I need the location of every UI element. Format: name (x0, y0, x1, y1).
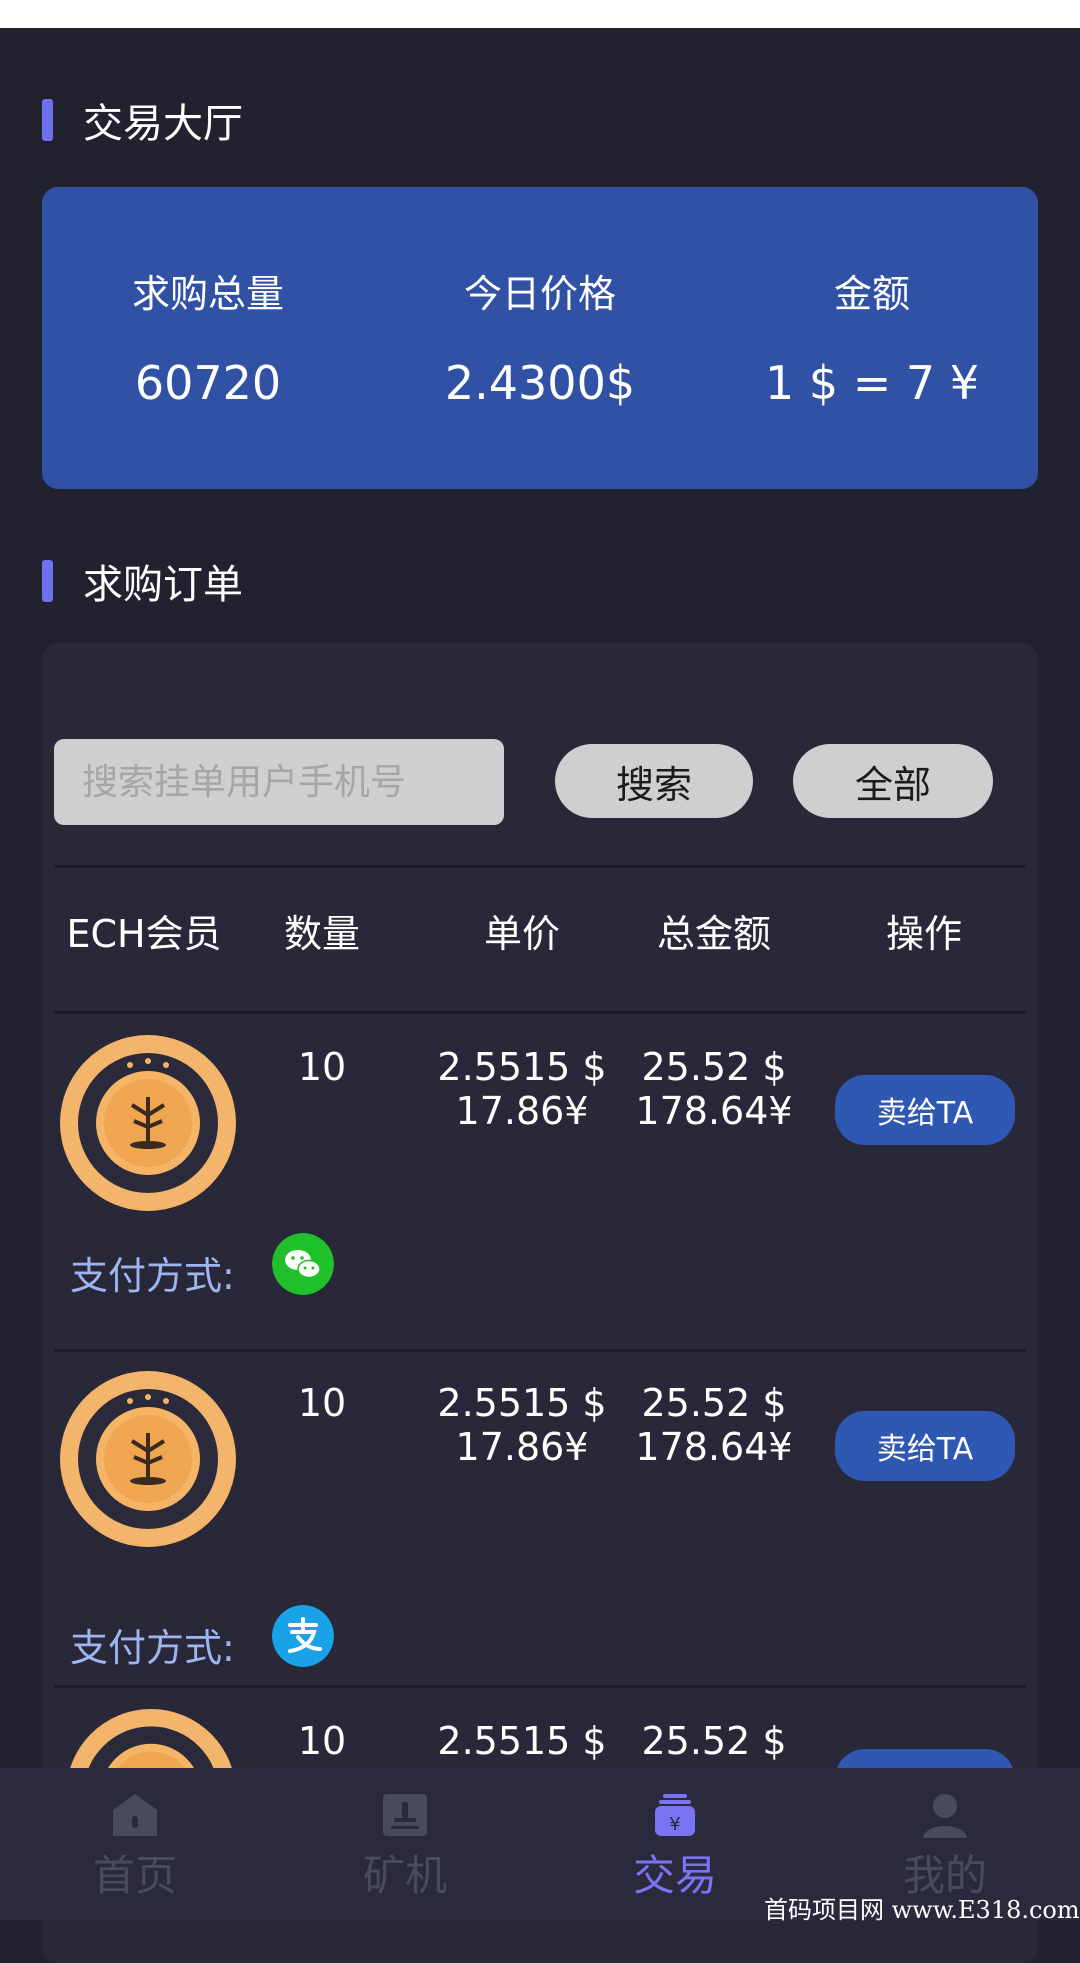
column-header-total: 总金额 (656, 912, 771, 956)
tab-label: 交易 (632, 1851, 717, 1900)
status-bar (0, 0, 1080, 28)
stat-label: 金额 (833, 272, 910, 316)
order-quantity: 10 (297, 1719, 347, 1763)
table-row: 10 2.5515 $ 17.86¥ 25.52 $ 178.64¥ 卖给TA … (54, 1035, 1026, 1371)
section-accent-bar (42, 99, 53, 141)
sell-to-button[interactable]: 卖给TA (835, 1411, 1015, 1481)
order-unit-price-usd: 2.5515 $ (437, 1381, 607, 1425)
tab-home[interactable]: 首页 (0, 1768, 270, 1920)
column-header-quantity: 数量 (283, 912, 360, 956)
search-row: 搜索 全部 (54, 736, 1026, 826)
all-button[interactable]: 全部 (793, 744, 993, 818)
tab-label: 矿机 (362, 1851, 447, 1900)
user-icon (923, 1794, 967, 1838)
table-row: 10 2.5515 $ 17.86¥ 25.52 $ 178.64¥ 卖给TA … (54, 1371, 1026, 1707)
order-unit-price-usd: 2.5515 $ (437, 1045, 607, 1089)
page-title: 交易大厅 (83, 101, 243, 147)
trade-bag-icon: ¥ (655, 1794, 695, 1836)
divider (54, 865, 1026, 868)
section-accent-bar (42, 560, 53, 602)
order-unit-price-usd: 2.5515 $ (437, 1719, 607, 1763)
tab-miner[interactable]: 矿机 (270, 1768, 540, 1920)
order-total-usd: 25.52 $ (641, 1045, 787, 1089)
miner-icon (383, 1794, 427, 1836)
stat-total-demand: 求购总量 60720 (42, 187, 374, 489)
svg-text:¥: ¥ (669, 1814, 680, 1835)
stat-label: 今日价格 (463, 272, 616, 316)
column-header-action: 操作 (885, 912, 962, 956)
stat-value: 60720 (134, 356, 282, 410)
order-total-cny: 178.64¥ (635, 1425, 793, 1469)
stat-value: 1 $ = 7 ¥ (764, 356, 980, 410)
order-total-usd: 25.52 $ (641, 1381, 787, 1425)
stat-exchange-rate: 金额 1 $ = 7 ¥ (706, 187, 1038, 489)
buy-orders-card: 搜索 全部 ECH会员 数量 单价 总金额 操作 10 2.5515 $ (42, 643, 1038, 1963)
stat-today-price: 今日价格 2.4300$ (374, 187, 706, 489)
order-unit-price-cny: 17.86¥ (455, 1089, 589, 1133)
order-quantity: 10 (297, 1381, 347, 1425)
environmental-chain-logo-icon (62, 1037, 234, 1209)
avatar (60, 1035, 236, 1211)
column-header-member: ECH会员 (66, 912, 222, 956)
divider (54, 1349, 1026, 1352)
avatar (60, 1371, 236, 1547)
order-quantity: 10 (297, 1045, 347, 1089)
market-stats-card: 求购总量 60720 今日价格 2.4300$ 金额 1 $ = 7 ¥ (42, 187, 1038, 489)
alipay-icon (272, 1605, 334, 1667)
payment-method-label: 支付方式: (70, 1254, 235, 1298)
section-title-buy-orders: 求购订单 (42, 556, 243, 608)
section-title-trading-hall: 交易大厅 (42, 95, 243, 147)
divider (54, 1011, 1026, 1014)
divider (54, 1685, 1026, 1688)
order-unit-price-cny: 17.86¥ (455, 1425, 589, 1469)
payment-method-label: 支付方式: (70, 1626, 235, 1670)
sell-to-button[interactable]: 卖给TA (835, 1075, 1015, 1145)
section-title: 求购订单 (83, 562, 243, 608)
table-header: ECH会员 数量 单价 总金额 操作 (54, 903, 1026, 973)
environmental-chain-logo-icon (62, 1373, 234, 1545)
tab-label: 首页 (92, 1851, 177, 1900)
order-total-usd: 25.52 $ (641, 1719, 787, 1763)
stat-value: 2.4300$ (444, 356, 636, 410)
search-button[interactable]: 搜索 (555, 744, 753, 818)
stat-label: 求购总量 (131, 272, 284, 316)
wechat-pay-icon (272, 1233, 334, 1295)
order-total-cny: 178.64¥ (635, 1089, 793, 1133)
home-icon (113, 1794, 157, 1836)
column-header-unit-price: 单价 (483, 912, 560, 956)
search-input[interactable] (54, 739, 504, 825)
